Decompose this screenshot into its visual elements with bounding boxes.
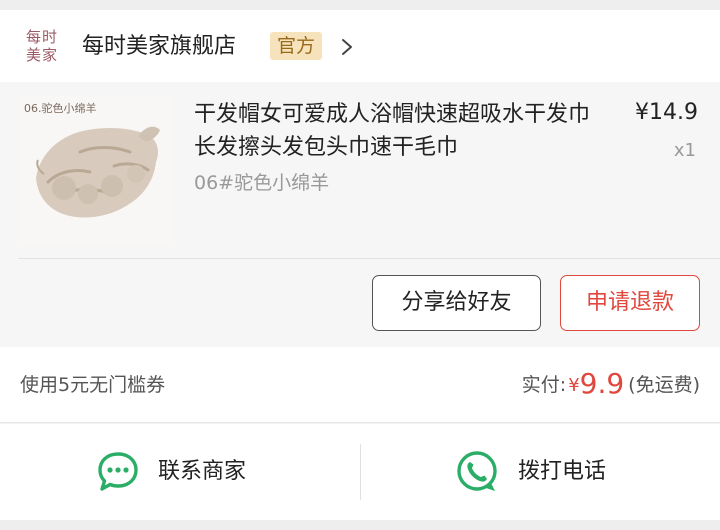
shop-header[interactable]: 每时 美家 每时美家旗舰店 官方 bbox=[0, 10, 720, 82]
payment-summary: 使用5元无门槛券 实付: ¥9.9 (免运费) bbox=[0, 347, 720, 423]
coupon-text: 使用5元无门槛券 bbox=[20, 374, 166, 396]
product-quantity: x1 bbox=[673, 140, 696, 161]
paid-label: 实付: bbox=[521, 374, 567, 396]
thumbnail-caption: 06.驼色小绵羊 bbox=[24, 102, 97, 115]
paid-amount: 实付: ¥9.9 (免运费) bbox=[522, 367, 700, 403]
product-variant: 06#驼色小绵羊 bbox=[194, 172, 330, 194]
shop-name[interactable]: 每时美家旗舰店 bbox=[82, 33, 236, 61]
chevron-right-icon[interactable] bbox=[339, 38, 355, 56]
official-badge: 官方 bbox=[270, 32, 323, 60]
product-thumbnail[interactable]: 06.驼色小绵羊 bbox=[18, 96, 170, 246]
product-card[interactable]: 06.驼色小绵羊 干发帽女可爱成人浴帽快速超吸水干发巾长发擦头发包头巾速干毛巾 … bbox=[0, 82, 720, 347]
towel-cap-image bbox=[36, 126, 160, 218]
product-price: ¥14.9 bbox=[635, 100, 698, 125]
product-title[interactable]: 干发帽女可爱成人浴帽快速超吸水干发巾长发擦头发包头巾速干毛巾 bbox=[194, 98, 594, 164]
shop-logo[interactable]: 每时 美家 bbox=[22, 28, 62, 68]
call-phone-label: 拨打电话 bbox=[518, 459, 607, 484]
chat-bubble-icon bbox=[98, 452, 138, 491]
top-gap bbox=[0, 0, 720, 10]
contact-bar: 联系商家 拨打电话 bbox=[0, 424, 720, 520]
call-phone-button[interactable]: 拨打电话 bbox=[361, 424, 720, 520]
amount-value: 9.9 bbox=[579, 367, 625, 400]
currency-symbol: ¥ bbox=[568, 375, 580, 396]
contact-merchant-label: 联系商家 bbox=[158, 459, 247, 484]
share-button[interactable]: 分享给好友 bbox=[372, 275, 541, 331]
bottom-gap bbox=[0, 520, 720, 530]
phone-icon bbox=[457, 451, 497, 491]
refund-button[interactable]: 申请退款 bbox=[560, 275, 700, 331]
shop-logo-line2: 美家 bbox=[25, 46, 58, 64]
contact-merchant-button[interactable]: 联系商家 bbox=[0, 424, 360, 520]
shipping-note: (免运费) bbox=[628, 374, 700, 396]
shop-logo-line1: 每时 bbox=[25, 28, 58, 46]
divider bbox=[18, 258, 720, 259]
